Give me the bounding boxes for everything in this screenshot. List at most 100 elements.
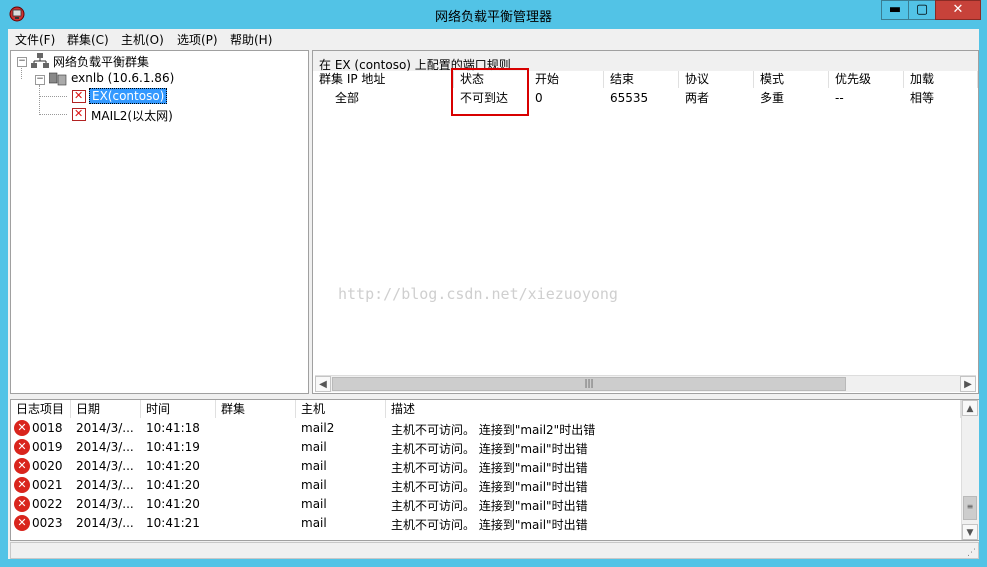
log-date: 2014/3/... (76, 421, 134, 435)
cell-ip: 全部 (335, 91, 360, 105)
port-rules-panel: 在 EX (contoso) 上配置的端口规则 群集 IP 地址 状态 开始 结… (312, 50, 979, 394)
maximize-icon: ▢ (915, 2, 929, 17)
log-description: 主机不可访问。 连接到"mail"时出错 (391, 518, 588, 532)
column-header[interactable]: 群集 IP 地址 (313, 71, 454, 88)
scroll-up-icon[interactable]: ▲ (962, 400, 978, 416)
log-id: 0019 (32, 440, 63, 454)
log-column-header[interactable]: 日期 (71, 400, 141, 418)
collapse-icon[interactable]: − (35, 75, 45, 85)
cell-status: 不可到达 (460, 91, 509, 105)
title-bar[interactable]: 网络负载平衡管理器 ▬ ▢ ✕ (0, 0, 987, 28)
cell-start: 0 (535, 91, 543, 105)
server-cluster-icon (49, 72, 67, 86)
error-icon: ✕ (14, 420, 30, 436)
log-date: 2014/3/... (76, 516, 134, 530)
column-header[interactable]: 状态 (454, 71, 529, 88)
tree-cluster-label[interactable]: exnlb (10.6.1.86) (71, 71, 174, 85)
error-icon: ✕ (14, 496, 30, 512)
cluster-network-icon (31, 53, 49, 68)
cell-load: 相等 (910, 91, 935, 105)
log-host: mail (301, 440, 327, 454)
scroll-left-icon[interactable]: ◀ (315, 376, 331, 392)
cell-end: 65535 (610, 91, 649, 105)
column-header[interactable]: 开始 (529, 71, 604, 88)
tree-host-mail2[interactable]: MAIL2(以太网) (91, 107, 173, 124)
log-column-header[interactable]: 群集 (216, 400, 296, 418)
watermark-text: http://blog.csdn.net/xiezuoyong (338, 285, 618, 303)
error-icon: ✕ (14, 439, 30, 455)
menu-file[interactable]: 文件(F) (15, 31, 55, 48)
cell-mode: 多重 (760, 91, 785, 105)
log-host: mail (301, 478, 327, 492)
scroll-right-icon[interactable]: ▶ (960, 376, 976, 392)
log-description: 主机不可访问。 连接到"mail"时出错 (391, 461, 588, 475)
log-time: 10:41:21 (146, 516, 200, 530)
host-error-icon (72, 89, 86, 103)
log-date: 2014/3/... (76, 478, 134, 492)
log-column-header[interactable]: 日志项目 (11, 400, 71, 418)
log-column-header[interactable]: 主机 (296, 400, 386, 418)
log-description: 主机不可访问。 连接到"mail"时出错 (391, 480, 588, 494)
collapse-icon[interactable]: − (17, 57, 27, 67)
log-host: mail (301, 516, 327, 530)
log-host: mail (301, 459, 327, 473)
log-time: 10:41:18 (146, 421, 200, 435)
cell-priority: -- (835, 91, 844, 105)
log-id: 0018 (32, 421, 63, 435)
scroll-down-icon[interactable]: ▼ (962, 524, 978, 540)
error-icon: ✕ (14, 477, 30, 493)
tree-host-ex[interactable]: EX(contoso) (89, 88, 168, 104)
host-error-icon (72, 107, 86, 121)
vertical-scrollbar[interactable]: ▲ ≡ ▼ (961, 400, 979, 540)
error-icon: ✕ (14, 515, 30, 531)
log-host: mail2 (301, 421, 335, 435)
log-description: 主机不可访问。 连接到"mail"时出错 (391, 442, 588, 456)
log-row[interactable]: ✕ 0022 2014/3/... 10:41:20 mail 主机不可访问。 … (11, 495, 959, 514)
panel-header: 在 EX (contoso) 上配置的端口规则 (313, 51, 978, 72)
error-icon: ✕ (14, 458, 30, 474)
minimize-button[interactable]: ▬ (881, 0, 909, 20)
log-date: 2014/3/... (76, 459, 134, 473)
log-date: 2014/3/... (76, 497, 134, 511)
tree-root-label[interactable]: 网络负载平衡群集 (53, 53, 149, 70)
cluster-tree: − 网络负载平衡群集 − exnlb (10.6.1.86) EX(contos… (10, 50, 309, 394)
log-row[interactable]: ✕ 0018 2014/3/... 10:41:18 mail2 主机不可访问。… (11, 419, 959, 438)
status-bar: ⋰ (10, 542, 979, 559)
close-button[interactable]: ✕ (935, 0, 981, 20)
log-id: 0023 (32, 516, 63, 530)
scroll-thumb[interactable]: ≡ (963, 496, 977, 520)
log-date: 2014/3/... (76, 440, 134, 454)
column-header[interactable]: 优先级 (829, 71, 904, 88)
log-panel: 日志项目 日期 时间 群集 主机 描述 ✕ 0018 2014/3/... 10… (10, 399, 979, 541)
tree-host-label: EX(contoso) (89, 88, 168, 104)
maximize-button[interactable]: ▢ (908, 0, 936, 20)
log-row[interactable]: ✕ 0021 2014/3/... 10:41:20 mail 主机不可访问。 … (11, 476, 959, 495)
log-time: 10:41:20 (146, 478, 200, 492)
menu-host[interactable]: 主机(O) (121, 31, 164, 48)
log-id: 0021 (32, 478, 63, 492)
menu-bar: 文件(F) 群集(C) 主机(O) 选项(P) 帮助(H) (8, 29, 979, 49)
column-header[interactable]: 协议 (679, 71, 754, 88)
close-icon: ✕ (952, 2, 964, 17)
log-row[interactable]: ✕ 0023 2014/3/... 10:41:21 mail 主机不可访问。 … (11, 514, 959, 533)
window-title: 网络负载平衡管理器 (434, 10, 552, 25)
app-window: 网络负载平衡管理器 ▬ ▢ ✕ 文件(F) 群集(C) 主机(O) 选项(P) … (0, 0, 987, 567)
column-header[interactable]: 结束 (604, 71, 679, 88)
column-header[interactable]: 加载 (904, 71, 978, 88)
menu-options[interactable]: 选项(P) (177, 31, 218, 48)
log-time: 10:41:20 (146, 459, 200, 473)
log-id: 0022 (32, 497, 63, 511)
column-header[interactable]: 模式 (754, 71, 829, 88)
log-column-header[interactable]: 描述 (386, 400, 961, 418)
scroll-thumb[interactable]: ||| (332, 377, 846, 391)
resize-grip-icon[interactable]: ⋰ (967, 548, 976, 558)
minimize-icon: ▬ (888, 2, 902, 17)
log-host: mail (301, 497, 327, 511)
log-row[interactable]: ✕ 0019 2014/3/... 10:41:19 mail 主机不可访问。 … (11, 438, 959, 457)
menu-cluster[interactable]: 群集(C) (67, 31, 109, 48)
log-row[interactable]: ✕ 0020 2014/3/... 10:41:20 mail 主机不可访问。 … (11, 457, 959, 476)
log-column-header[interactable]: 时间 (141, 400, 216, 418)
log-description: 主机不可访问。 连接到"mail2"时出错 (391, 423, 596, 437)
horizontal-scrollbar[interactable]: ◀ ||| ▶ (315, 375, 976, 392)
menu-help[interactable]: 帮助(H) (230, 31, 272, 48)
